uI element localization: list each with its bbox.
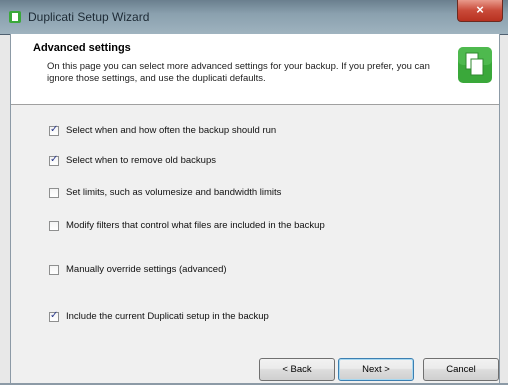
option-checkbox[interactable]: [49, 154, 59, 166]
next-button[interactable]: Next >: [338, 358, 414, 381]
option-checkbox[interactable]: [49, 188, 59, 198]
title-bar[interactable]: Duplicati Setup Wizard ×: [0, 0, 508, 35]
close-button[interactable]: ×: [457, 0, 503, 22]
option-label: Manually override settings (advanced): [66, 264, 227, 275]
cancel-button[interactable]: Cancel: [423, 358, 499, 381]
page-description: On this page you can select more advance…: [47, 61, 430, 84]
duplicati-app-icon: [9, 11, 21, 23]
option-checkbox[interactable]: [49, 221, 59, 231]
wizard-body: Advanced settings On this page you can s…: [10, 34, 500, 385]
option-label: Include the current Duplicati setup in t…: [66, 311, 269, 322]
page-header: Advanced settings On this page you can s…: [11, 34, 499, 105]
option-label: Set limits, such as volumesize and bandw…: [66, 187, 282, 198]
option-label: Modify filters that control what files a…: [66, 220, 325, 231]
setup-wizard-window: Duplicati Setup Wizard × Advanced settin…: [0, 0, 508, 385]
close-icon: ×: [476, 2, 484, 17]
duplicati-copy-icon: [458, 47, 492, 83]
option-checkbox[interactable]: [49, 124, 59, 136]
option-checkbox[interactable]: [49, 310, 59, 322]
option-label: Select when to remove old backups: [66, 155, 216, 166]
page-title: Advanced settings: [33, 42, 131, 54]
window-title: Duplicati Setup Wizard: [28, 10, 150, 24]
option-label: Select when and how often the backup sho…: [66, 125, 277, 136]
back-button[interactable]: < Back: [259, 358, 335, 381]
option-checkbox[interactable]: [49, 265, 59, 275]
